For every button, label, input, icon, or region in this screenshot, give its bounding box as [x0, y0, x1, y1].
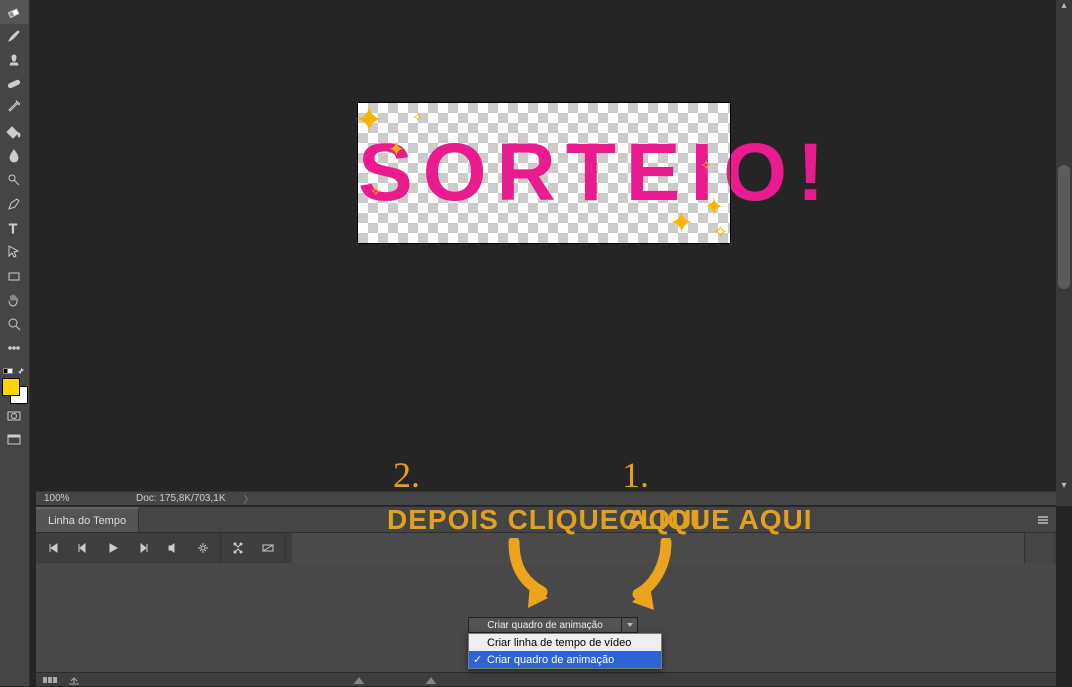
play-button[interactable]: [98, 533, 128, 563]
annotation-arrow-2: [496, 538, 566, 614]
panel-menu-icon[interactable]: [1030, 507, 1056, 532]
magnifier-icon: [6, 316, 22, 332]
doc-size-readout: Doc: 175,8K/703,1K: [136, 493, 226, 504]
sparkle-icon: ✦: [704, 193, 724, 222]
healing-brush-tool[interactable]: [0, 72, 28, 96]
status-chevron-icon[interactable]: 〉: [244, 491, 254, 506]
create-timeline-label[interactable]: Criar quadro de animação: [469, 618, 621, 632]
dots-icon: [6, 340, 22, 356]
wand-icon: [6, 100, 22, 116]
next-frame-button[interactable]: [128, 533, 158, 563]
split-button[interactable]: [223, 533, 253, 563]
zoom-marker-icon: [354, 677, 364, 684]
stamp-tool[interactable]: [0, 48, 28, 72]
annotation-arrow-1: [614, 538, 684, 618]
footer-frames-icon[interactable]: [42, 673, 58, 687]
swatch-foreground[interactable]: [2, 378, 20, 396]
annotation-number-2: 2.: [393, 454, 420, 496]
quickmask-icon: [6, 408, 22, 424]
droplet-icon: [6, 148, 22, 164]
path-select-tool[interactable]: [0, 240, 28, 264]
status-bar: 100% Doc: 175,8K/703,1K 〉: [36, 491, 1056, 505]
stamp-icon: [6, 52, 22, 68]
hand-tool[interactable]: [0, 288, 28, 312]
tab-timeline[interactable]: Linha do Tempo: [36, 507, 139, 532]
swap-swatches[interactable]: [3, 366, 25, 376]
mute-button[interactable]: [158, 533, 188, 563]
create-timeline-menu: Criar linha de tempo de vídeo Criar quad…: [468, 633, 662, 669]
zoom-tool[interactable]: [0, 312, 28, 336]
scroll-up-icon[interactable]: ▴: [1058, 0, 1070, 12]
zoom-readout[interactable]: 100%: [44, 493, 100, 504]
menu-item-frame-animation[interactable]: Criar quadro de animação: [469, 651, 661, 668]
sparkle-icon: ✧: [713, 222, 728, 243]
crop-tool2[interactable]: [0, 96, 28, 120]
zoom-marker-icon: [426, 677, 436, 684]
eraser-tool[interactable]: [0, 0, 28, 24]
vertical-scrollbar[interactable]: ▴ ▾: [1056, 0, 1072, 506]
artboard[interactable]: ✦ ✦ ✧ ✧ ✦ ✦ ✧ ✧ SORTEIO!: [358, 103, 730, 243]
brush-icon: [6, 28, 22, 44]
svg-text:T: T: [9, 221, 17, 236]
transition-button[interactable]: [253, 533, 283, 563]
menu-item-video-timeline[interactable]: Criar linha de tempo de vídeo: [469, 634, 661, 651]
sparkle-icon: ✧: [700, 157, 712, 174]
hand-icon: [6, 292, 22, 308]
blur-tool[interactable]: [0, 144, 28, 168]
type-icon: T: [6, 220, 22, 236]
lollipop-icon: [6, 172, 22, 188]
swap-icon: [17, 367, 25, 375]
create-timeline-dropdown-toggle[interactable]: [621, 618, 637, 632]
type-tool[interactable]: T: [0, 216, 28, 240]
settings-button[interactable]: [188, 533, 218, 563]
bucket-icon: [6, 124, 22, 140]
scroll-down-icon[interactable]: ▾: [1058, 480, 1070, 492]
quickmask-tool[interactable]: [0, 404, 28, 428]
scrollbar-thumb[interactable]: [1058, 165, 1070, 289]
cursor-icon: [6, 244, 22, 260]
more-tools[interactable]: [0, 336, 28, 360]
sparkle-icon: ✧: [370, 183, 382, 200]
brush-tool[interactable]: [0, 24, 28, 48]
annotation-number-1: 1.: [622, 454, 649, 496]
panel-footer: [36, 672, 1056, 686]
screenmode-tool[interactable]: [0, 428, 28, 452]
timeline-right-spacer: [1024, 533, 1054, 563]
prev-frame-button[interactable]: [68, 533, 98, 563]
dodge-tool[interactable]: [0, 168, 28, 192]
pen-tool[interactable]: [0, 192, 28, 216]
first-frame-button[interactable]: [38, 533, 68, 563]
annotation-label-1: Clique aqui: [619, 504, 813, 536]
eraser-icon: [6, 4, 22, 20]
sparkle-icon: ✦: [388, 137, 405, 162]
create-timeline-button[interactable]: Criar quadro de animação: [468, 617, 638, 633]
sparkle-icon: ✦: [669, 206, 694, 241]
screen-icon: [6, 432, 22, 448]
sparkle-icon: ✦: [354, 99, 384, 141]
shape-tool[interactable]: [0, 264, 28, 288]
bandaid-icon: [6, 76, 22, 92]
footer-zoom-track[interactable]: [90, 673, 1050, 687]
tools-toolbar: T: [0, 0, 30, 686]
bucket-tool[interactable]: [0, 120, 28, 144]
rect-icon: [6, 268, 22, 284]
sparkle-icon: ✧: [412, 109, 424, 126]
footer-export-icon[interactable]: [66, 673, 82, 687]
canvas-area[interactable]: ✦ ✦ ✧ ✧ ✦ ✦ ✧ ✧ SORTEIO!: [36, 0, 1056, 491]
pen-icon: [6, 196, 22, 212]
